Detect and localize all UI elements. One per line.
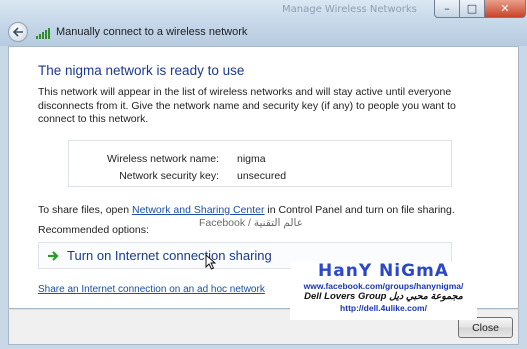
watermark-group: Dell Lovers Group مجموعة محبي ديل [304, 291, 463, 302]
watermark-overlay: HanY NiGmA www.facebook.com/groups/hanyn… [290, 262, 477, 320]
security-key-row: Network security key: unsecured [69, 170, 453, 184]
maximize-icon: □ [466, 2, 478, 15]
minimize-button[interactable]: – [434, 0, 460, 18]
internet-sharing-option-label: Turn on Internet connection sharing [67, 248, 272, 263]
share-suffix: in Control Panel and turn on file sharin… [264, 204, 455, 216]
overlay-watermark-text: Facebook / عالم التقنية [199, 217, 304, 229]
title-bar: Manage Wireless Networks – □ ✕ Manually … [0, 0, 527, 46]
watermark-facebook: www.facebook.com/groups/hanynigma/ [303, 281, 464, 291]
network-name-value: nigma [237, 153, 266, 165]
security-key-label: Network security key: [119, 170, 219, 182]
network-name-row: Wireless network name: nigma [69, 153, 453, 167]
adhoc-sharing-link[interactable]: Share an Internet connection on an ad ho… [38, 284, 265, 295]
mouse-cursor-icon [205, 254, 217, 270]
close-icon: ✕ [500, 2, 510, 15]
green-arrow-icon [48, 251, 59, 261]
wireless-signal-icon [36, 28, 50, 39]
window-close-button[interactable]: ✕ [484, 0, 526, 18]
share-prefix: To share files, open [38, 204, 132, 216]
minimize-icon: – [444, 2, 450, 15]
watermark-url: http://dell.4ulike.com/ [340, 303, 427, 313]
page-heading: The nigma network is ready to use [38, 63, 245, 78]
close-button[interactable]: Close [458, 317, 513, 338]
window-title: Manually connect to a wireless network [56, 26, 248, 38]
maximize-button[interactable]: □ [459, 0, 485, 18]
network-info-box: Wireless network name: nigma Network sec… [68, 140, 452, 187]
security-key-value: unsecured [237, 170, 287, 182]
back-button[interactable] [8, 22, 28, 42]
share-files-text: To share files, open Network and Sharing… [38, 204, 455, 216]
description-text: This network will appear in the list of … [38, 86, 456, 125]
watermark-name: HanY NiGmA [318, 261, 449, 281]
network-name-label: Wireless network name: [106, 153, 219, 165]
recommended-options-label: Recommended options: [38, 224, 149, 236]
back-arrow-icon [12, 27, 23, 37]
caption-ghost-text: Manage Wireless Networks [282, 4, 417, 15]
network-sharing-center-link[interactable]: Network and Sharing Center [132, 204, 265, 216]
